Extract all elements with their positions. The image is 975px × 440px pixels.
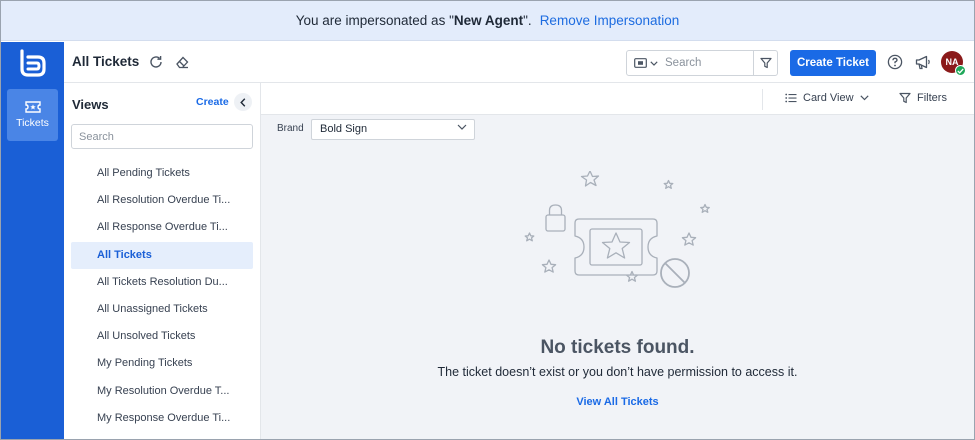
view-list-item[interactable]: All Tickets (71, 241, 253, 269)
app-rail: Tickets (1, 42, 64, 439)
impersonated-agent-name: New Agent (453, 13, 524, 28)
empty-state-message: The ticket doesn’t exist or you don’t ha… (437, 365, 798, 379)
brand-select[interactable]: Bold Sign (311, 119, 475, 140)
user-avatar[interactable]: NA (941, 51, 966, 76)
banner-prefix: You are impersonated as " (295, 13, 454, 28)
view-list-item[interactable]: My Resolution Overdue T... (71, 378, 253, 405)
search-filter-button[interactable] (753, 51, 777, 75)
app-logo-icon[interactable] (18, 49, 46, 77)
toolbar-divider (762, 89, 763, 110)
rail-nav-tickets-label: Tickets (16, 117, 49, 129)
chevron-down-icon (650, 60, 658, 66)
view-all-tickets-link[interactable]: View All Tickets (576, 396, 658, 408)
remove-impersonation-link[interactable]: Remove Impersonation (540, 13, 680, 28)
main-content: Card View Filters Brand Bold Sign No tic… (261, 83, 974, 439)
card-view-dropdown[interactable]: Card View (785, 92, 869, 104)
star-icon (700, 203, 710, 213)
star-icon (626, 270, 638, 282)
star-icon (681, 232, 697, 246)
page-title: All Tickets (72, 54, 140, 69)
lock-icon (545, 214, 566, 232)
star-icon (524, 232, 535, 242)
filters-label: Filters (917, 92, 947, 104)
views-panel: Views Create All Pending TicketsAll Reso… (64, 83, 261, 439)
list-view-icon (785, 93, 797, 103)
online-status-icon (955, 65, 966, 76)
help-icon[interactable] (887, 54, 903, 70)
views-title: Views (72, 97, 109, 112)
chevron-left-icon (240, 97, 246, 107)
filters-button[interactable]: Filters (899, 92, 947, 104)
brand-selected-value: Bold Sign (320, 123, 368, 135)
star-icon (541, 259, 557, 273)
ticket-type-icon (634, 58, 647, 68)
view-list-item[interactable]: All Resolution Overdue Ti... (71, 187, 253, 214)
ticket-icon (574, 218, 658, 276)
views-list: All Pending Tickets All Resolution Overdu… (71, 160, 253, 432)
filter-funnel-icon (899, 92, 911, 104)
chevron-down-icon (859, 95, 869, 101)
global-search (626, 50, 778, 76)
view-list-item[interactable]: All Tickets Resolution Du... (71, 269, 253, 296)
star-icon (663, 179, 674, 189)
view-list-item[interactable]: All Pending Tickets (71, 160, 253, 187)
empty-state-title: No tickets found. (540, 337, 695, 358)
card-view-label: Card View (803, 92, 854, 104)
search-type-dropdown[interactable] (627, 51, 665, 75)
refresh-icon[interactable] (148, 54, 164, 70)
view-list-item[interactable]: All Unassigned Tickets (71, 296, 253, 323)
banner-suffix: ". (523, 13, 532, 28)
filter-funnel-icon (759, 57, 772, 69)
collapse-panel-button[interactable] (234, 93, 252, 111)
rail-nav-tickets[interactable]: Tickets (7, 89, 58, 141)
view-list-item[interactable]: My Response Overdue Ti... (71, 405, 253, 432)
view-list-item[interactable]: My Pending Tickets (71, 350, 253, 377)
views-search-input[interactable] (71, 124, 253, 149)
view-toolbar: Card View Filters (261, 83, 974, 115)
impersonation-banner: You are impersonated as " New Agent ". Rem… (1, 1, 974, 41)
ticket-icon (24, 101, 41, 113)
chevron-down-icon (457, 124, 467, 130)
create-ticket-button[interactable]: Create Ticket (790, 50, 876, 76)
no-tickets-illustration (524, 171, 710, 288)
global-search-input[interactable] (665, 51, 755, 75)
create-view-link[interactable]: Create (196, 96, 229, 108)
view-list-item[interactable]: All Unsolved Tickets (71, 323, 253, 350)
clear-filters-eraser-icon[interactable] (174, 54, 190, 70)
brand-label: Brand (277, 123, 304, 134)
announcement-megaphone-icon[interactable] (914, 53, 932, 71)
top-header: All Tickets Search Create Ticket NA (64, 42, 974, 83)
star-icon (580, 171, 600, 187)
app-window: You are impersonated as " New Agent ". Rem… (0, 0, 975, 440)
view-list-item[interactable]: All Response Overdue Ti... (71, 214, 253, 241)
